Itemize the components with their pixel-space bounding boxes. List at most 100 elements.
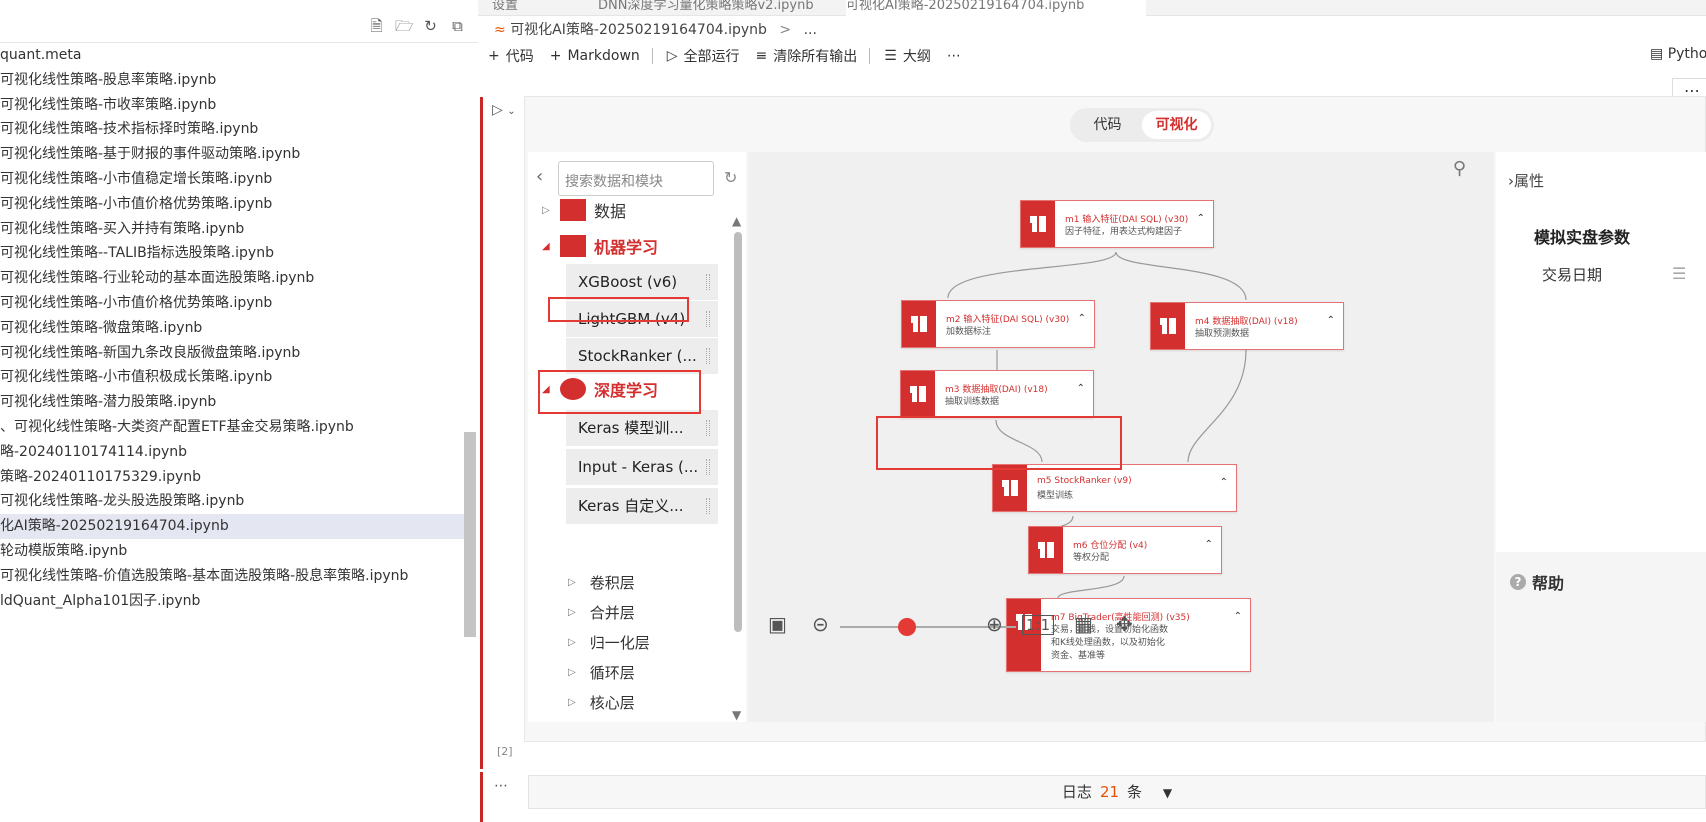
- file-list-item[interactable]: 可视化线性策略--TALIB指标选股策略.ipynb: [0, 241, 464, 266]
- mode-code-button[interactable]: 代码: [1073, 111, 1142, 139]
- zoom-in-icon[interactable]: ⊕: [986, 612, 1003, 636]
- module-keras-custom[interactable]: Keras 自定义...: [566, 488, 718, 524]
- node-m5[interactable]: m5 StockRanker (v9) 模型训练 ⌃: [992, 464, 1237, 512]
- breadcrumb-rest[interactable]: ...: [804, 22, 817, 38]
- chevron-right-icon: ▷: [568, 667, 576, 678]
- tab-active-notebook[interactable]: 可视化AI策略-20250219164704.ipynb: [846, 0, 1146, 16]
- node-m3[interactable]: m3 数据抽取(DAI) (v18) 抽取训练数据 ⌃: [900, 370, 1094, 418]
- subcategory-recurrent[interactable]: ▷ 循环层: [568, 662, 635, 683]
- chevron-up-icon[interactable]: ⌃: [1078, 313, 1086, 324]
- trade-date-field[interactable]: 交易日期: [1542, 264, 1602, 285]
- chevron-left-icon[interactable]: ‹: [536, 166, 543, 187]
- chevron-up-icon[interactable]: ⌃: [1220, 477, 1228, 488]
- file-list-item[interactable]: ldQuant_Alpha101因子.ipynb: [0, 589, 464, 614]
- drag-handle-icon[interactable]: [706, 274, 710, 290]
- file-list-item[interactable]: 可视化线性策略-微盘策略.ipynb: [0, 316, 464, 341]
- fit-screen-icon[interactable]: ▣: [768, 612, 787, 636]
- file-list-item[interactable]: 轮动模版策略.ipynb: [0, 539, 464, 564]
- module-xgboost[interactable]: XGBoost (v6): [566, 264, 718, 300]
- chevron-up-icon[interactable]: ⌃: [1197, 213, 1205, 224]
- file-list-item[interactable]: 可视化线性策略-新国九条改良版微盘策略.ipynb: [0, 341, 464, 366]
- file-list-item[interactable]: 可视化线性策略-股息率策略.ipynb: [0, 68, 464, 93]
- log-bar[interactable]: 日志 21 条 ▼: [528, 775, 1706, 809]
- file-list-item[interactable]: 可视化线性策略-市收率策略.ipynb: [0, 93, 464, 118]
- tab-label: 可视化AI策略-20250219164704.ipynb: [846, 0, 1085, 13]
- chevron-up-icon[interactable]: ⌃: [1205, 539, 1213, 550]
- chevron-up-icon[interactable]: ⌃: [1327, 315, 1335, 326]
- module-keras-input[interactable]: Input - Keras (...: [566, 449, 718, 485]
- file-list-item[interactable]: 化AI策略-20250219164704.ipynb: [0, 514, 464, 539]
- help-section[interactable]: ? 帮助: [1510, 570, 1564, 594]
- actual-size-button[interactable]: 1:1: [1022, 615, 1055, 635]
- module-keras-train[interactable]: Keras 模型训...: [566, 410, 718, 446]
- new-file-icon[interactable]: 🗎: [368, 18, 385, 35]
- tab-settings[interactable]: 设置: [492, 0, 518, 16]
- chevron-up-icon[interactable]: ⌃: [1234, 611, 1242, 622]
- pan-icon[interactable]: ✥: [1116, 612, 1133, 636]
- zoom-slider-knob[interactable]: [898, 618, 916, 636]
- subcategory-normalization[interactable]: ▷ 归一化层: [568, 632, 650, 653]
- zoom-out-icon[interactable]: ⊝: [812, 612, 829, 636]
- run-all-button[interactable]: ▷ 全部运行: [667, 46, 740, 66]
- add-markdown-button[interactable]: + Markdown: [550, 48, 640, 64]
- file-list-item[interactable]: 可视化线性策略-潜力股策略.ipynb: [0, 390, 464, 415]
- kernel-selector[interactable]: ▤ Pytho: [1650, 46, 1706, 62]
- workflow-canvas[interactable]: m1 输入特征(DAI SQL) (v30) 因子特征，用表达式构建因子 ⌃ m…: [748, 152, 1494, 722]
- scroll-down-icon[interactable]: ▼: [732, 708, 741, 722]
- file-list-item[interactable]: 可视化线性策略-小市值稳定增长策略.ipynb: [0, 167, 464, 192]
- cell-more-button[interactable]: ⋯: [494, 778, 508, 794]
- dropdown-icon[interactable]: ▼: [1163, 786, 1172, 800]
- refresh-icon[interactable]: ↻: [422, 18, 439, 35]
- file-list-item[interactable]: quant.meta: [0, 43, 464, 68]
- file-list-item[interactable]: 可视化线性策略-基于财报的事件驱动策略.ipynb: [0, 142, 464, 167]
- drag-handle-icon[interactable]: [706, 459, 710, 475]
- node-m6[interactable]: m6 仓位分配 (v4) 等权分配 ⌃: [1028, 526, 1222, 574]
- subcategory-conv[interactable]: ▷ 卷积层: [568, 572, 635, 593]
- module-search-input[interactable]: 搜索数据和模块: [558, 161, 714, 196]
- menu-icon[interactable]: ☰: [1672, 264, 1686, 283]
- center-icon[interactable]: ▦: [1074, 612, 1093, 636]
- node-m4[interactable]: m4 数据抽取(DAI) (v18) 抽取预测数据 ⌃: [1150, 302, 1344, 350]
- add-code-button[interactable]: + 代码: [488, 46, 534, 66]
- search-icon[interactable]: ⚲: [1453, 158, 1466, 179]
- drag-handle-icon[interactable]: [706, 311, 710, 327]
- category-data[interactable]: ▷ 数据: [542, 198, 626, 222]
- file-list-item[interactable]: 可视化线性策略-买入并持有策略.ipynb: [0, 217, 464, 242]
- breadcrumb-file[interactable]: 可视化AI策略-20250219164704.ipynb: [510, 22, 767, 38]
- module-stockranker[interactable]: StockRanker (...: [566, 338, 718, 374]
- properties-header[interactable]: ›属性: [1508, 170, 1544, 191]
- subcategory-core[interactable]: ▷ 核心层: [568, 692, 635, 713]
- file-list-item[interactable]: 可视化线性策略-小市值价格优势策略.ipynb: [0, 291, 464, 316]
- file-list-item[interactable]: 略-20240110174114.ipynb: [0, 440, 464, 465]
- file-list-item[interactable]: 可视化线性策略-龙头股选股策略.ipynb: [0, 489, 464, 514]
- tab-dnn-notebook[interactable]: DNN深度学习量化策略策略v2.ipynb: [598, 0, 814, 16]
- explorer-scrollbar[interactable]: [464, 432, 476, 637]
- drag-handle-icon[interactable]: [706, 498, 710, 514]
- new-folder-icon[interactable]: 🗁: [395, 18, 414, 35]
- outline-label: 大纲: [902, 49, 931, 65]
- node-m2[interactable]: m2 输入特征(DAI SQL) (v30) 加数据标注 ⌃: [901, 300, 1095, 348]
- module-panel-scrollbar[interactable]: [734, 232, 742, 632]
- run-cell-button[interactable]: ▷ ⌄: [492, 102, 516, 118]
- file-list-item[interactable]: 、可视化线性策略-大类资产配置ETF基金交易策略.ipynb: [0, 415, 464, 440]
- breadcrumb: ≈ 可视化AI策略-20250219164704.ipynb > ...: [494, 19, 817, 39]
- more-button[interactable]: ⋯: [947, 48, 961, 64]
- subcategory-merge[interactable]: ▷ 合并层: [568, 602, 635, 623]
- chevron-up-icon[interactable]: ⌃: [1077, 383, 1085, 394]
- node-m1[interactable]: m1 输入特征(DAI SQL) (v30) 因子特征，用表达式构建因子 ⌃: [1020, 200, 1214, 248]
- outline-button[interactable]: ☰ 大纲: [884, 46, 931, 66]
- collapse-all-icon[interactable]: ⧉: [449, 18, 466, 35]
- drag-handle-icon[interactable]: [706, 348, 710, 364]
- file-list-item[interactable]: 可视化线性策略-技术指标择时策略.ipynb: [0, 117, 464, 142]
- drag-handle-icon[interactable]: [706, 420, 710, 436]
- file-list-item[interactable]: 策略-20240110175329.ipynb: [0, 465, 464, 490]
- file-list-item[interactable]: 可视化线性策略-价值选股策略-基本面选股策略-股息率策略.ipynb: [0, 564, 464, 589]
- scroll-up-icon[interactable]: ▲: [732, 214, 741, 228]
- refresh-icon[interactable]: ↻: [724, 168, 737, 187]
- clear-outputs-button[interactable]: ≡ 清除所有输出: [756, 46, 858, 66]
- mode-visual-button[interactable]: 可视化: [1142, 111, 1211, 139]
- file-list-item[interactable]: 可视化线性策略-小市值价格优势策略.ipynb: [0, 192, 464, 217]
- category-machine-learning[interactable]: ◢ 机器学习: [542, 234, 658, 258]
- file-list-item[interactable]: 可视化线性策略-行业轮动的基本面选股策略.ipynb: [0, 266, 464, 291]
- file-list-item[interactable]: 可视化线性策略-小市值积极成长策略.ipynb: [0, 365, 464, 390]
